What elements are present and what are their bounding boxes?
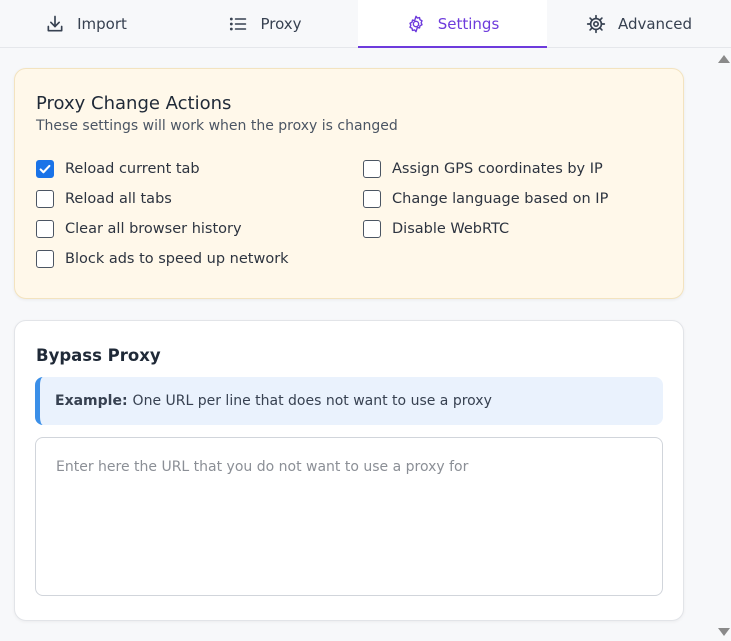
tab-advanced-label: Advanced (617, 14, 693, 33)
option-label: Reload all tabs (65, 191, 172, 207)
checkbox[interactable] (36, 190, 54, 208)
bypass-url-textarea[interactable] (35, 437, 663, 596)
option-label: Clear all browser history (65, 221, 242, 237)
option-reload-all-tabs[interactable]: Reload all tabs (36, 190, 172, 208)
tab-proxy-label: Proxy (260, 14, 302, 33)
tab-import-label: Import (77, 14, 127, 33)
scroll-down-icon[interactable] (718, 628, 730, 636)
check-icon (39, 164, 51, 174)
checkbox[interactable] (363, 190, 381, 208)
proxy-change-subtitle: These settings will work when the proxy … (36, 118, 398, 134)
option-label: Reload current tab (65, 161, 200, 177)
option-label: Assign GPS coordinates by IP (392, 161, 603, 177)
option-label: Change language based on IP (392, 191, 609, 207)
bypass-proxy-card: Bypass Proxy Example: One URL per line t… (14, 320, 684, 621)
list-icon (230, 17, 247, 30)
option-assign-gps[interactable]: Assign GPS coordinates by IP (363, 160, 603, 178)
option-disable-webrtc[interactable]: Disable WebRTC (363, 220, 509, 238)
tab-advanced[interactable]: Advanced (547, 0, 731, 47)
gear-icon (409, 15, 423, 32)
tab-bar: Import Proxy Settings Advanced (0, 0, 731, 48)
tab-import[interactable]: Import (0, 0, 172, 47)
scroll-up-icon[interactable] (718, 55, 730, 63)
tab-settings-label: Settings (437, 14, 500, 33)
checkbox[interactable] (363, 160, 381, 178)
proxy-change-actions-card: Proxy Change Actions These settings will… (14, 68, 684, 299)
option-label: Disable WebRTC (392, 221, 510, 237)
option-clear-history[interactable]: Clear all browser history (36, 220, 242, 238)
scrollbar[interactable] (717, 48, 731, 641)
example-label: Example: (55, 393, 128, 409)
checkbox[interactable] (36, 220, 54, 238)
option-label: Block ads to speed up network (65, 251, 289, 267)
example-text: One URL per line that does not want to u… (132, 393, 492, 409)
bypass-proxy-title: Bypass Proxy (36, 346, 161, 365)
example-note: Example: One URL per line that does not … (35, 377, 663, 425)
option-change-language[interactable]: Change language based on IP (363, 190, 608, 208)
option-block-ads[interactable]: Block ads to speed up network (36, 250, 289, 268)
checkbox-checked[interactable] (36, 160, 54, 178)
tab-settings[interactable]: Settings (358, 0, 547, 48)
option-reload-current-tab[interactable]: Reload current tab (36, 160, 200, 178)
checkbox[interactable] (363, 220, 381, 238)
cog-icon (586, 14, 606, 33)
checkbox[interactable] (36, 250, 54, 268)
download-icon (47, 15, 63, 31)
tab-proxy[interactable]: Proxy (172, 0, 358, 47)
proxy-change-title: Proxy Change Actions (36, 93, 232, 114)
